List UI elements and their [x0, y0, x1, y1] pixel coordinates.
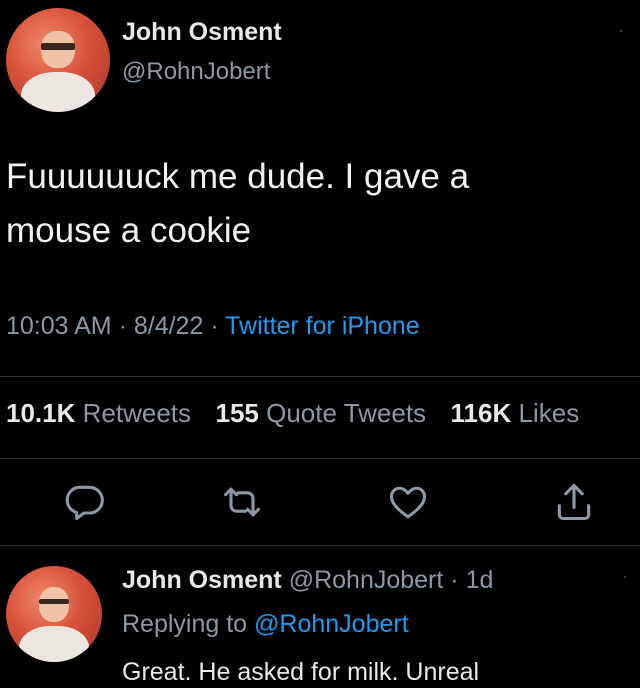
- meta-separator: ·: [203, 312, 226, 340]
- meta-separator: ·: [443, 566, 466, 594]
- reply-button[interactable]: [62, 480, 106, 524]
- avatar[interactable]: [6, 8, 110, 112]
- share-button[interactable]: [552, 480, 596, 524]
- quote-tweets-stat[interactable]: 155 Quote Tweets: [215, 398, 426, 428]
- tweet-text-line: mouse a cookie: [6, 211, 252, 250]
- replying-to: Replying to @RohnJobert: [122, 610, 409, 639]
- share-icon: [557, 483, 591, 521]
- more-options-icon[interactable]: ·: [618, 20, 624, 41]
- avatar-shirt: [20, 72, 96, 112]
- likes-count: 116K: [450, 398, 512, 428]
- tweet-text: Fuuuuuuck me dude. I gave a mouse a cook…: [6, 150, 606, 258]
- like-button[interactable]: [386, 480, 430, 524]
- reply-author-name[interactable]: John Osment: [122, 566, 282, 594]
- likes-label: Likes: [518, 398, 580, 428]
- likes-stat[interactable]: 116K Likes: [451, 398, 580, 428]
- avatar-glasses: [38, 598, 70, 605]
- retweet-icon: [223, 487, 261, 517]
- more-options-icon[interactable]: ·: [622, 566, 628, 587]
- quotes-count: 155: [215, 398, 259, 428]
- engagement-stats: 10.1K Retweets 155 Quote Tweets 116K Lik…: [6, 398, 579, 429]
- retweets-stat[interactable]: 10.1K Retweets: [6, 398, 191, 428]
- meta-separator: ·: [111, 312, 134, 340]
- tweet-date[interactable]: 8/4/22: [134, 312, 204, 340]
- tweet-time[interactable]: 10:03 AM: [6, 312, 112, 340]
- tweet-source-link[interactable]: Twitter for iPhone: [225, 312, 420, 340]
- author-handle[interactable]: @RohnJobert: [122, 58, 270, 86]
- tweet-meta: 10:03 AM · 8/4/22 · Twitter for iPhone: [6, 312, 420, 341]
- author-name[interactable]: John Osment: [122, 18, 282, 47]
- retweet-button[interactable]: [220, 480, 264, 524]
- reply-age[interactable]: 1d: [466, 566, 494, 594]
- heart-icon: [389, 486, 427, 519]
- action-bar: [0, 480, 640, 530]
- avatar-glasses: [41, 43, 75, 50]
- avatar-face: [41, 30, 75, 69]
- reply-author-handle[interactable]: @RohnJobert: [289, 566, 444, 594]
- replying-to-link[interactable]: @RohnJobert: [254, 610, 409, 638]
- avatar-shirt: [19, 625, 89, 662]
- reply-icon: [65, 485, 104, 521]
- avatar-face: [38, 587, 70, 622]
- quotes-label: Quote Tweets: [266, 398, 427, 428]
- retweets-label: Retweets: [82, 398, 192, 428]
- reply-header: John Osment @RohnJobert · 1d: [122, 566, 493, 595]
- replying-prefix: Replying to: [122, 610, 255, 638]
- reply-avatar[interactable]: [6, 566, 102, 662]
- tweet-text-line: Fuuuuuuck me dude. I gave a: [6, 157, 470, 196]
- retweets-count: 10.1K: [6, 398, 76, 428]
- divider: [0, 458, 640, 459]
- divider: [0, 545, 640, 546]
- divider: [0, 376, 640, 377]
- reply-text: Great. He asked for milk. Unreal: [122, 658, 480, 686]
- main-tweet: John Osment @RohnJobert · Fuuuuuuck me d…: [0, 0, 640, 545]
